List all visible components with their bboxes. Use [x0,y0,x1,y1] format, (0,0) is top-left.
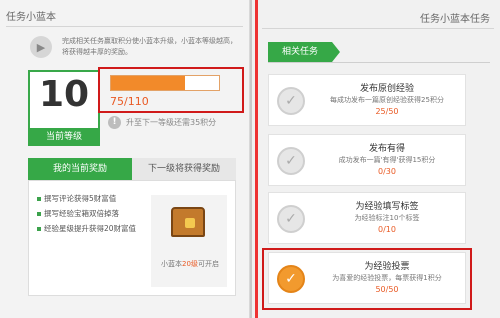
task-title: 发布有得 [368,144,405,154]
task-desc: 成功发布一篇'有得'获得15积分 [338,156,436,164]
chest-caption: 小蓝本20级可开启 [161,260,219,268]
upgrade-hint: 升至下一等级还需35积分 [126,118,217,127]
left-page: 任务小蓝本 ▶ 完成相关任务赢取积分使小蓝本升级，小蓝本等级越高，将获得越丰厚的… [0,0,250,318]
info-icon: ! [108,116,121,129]
bullet-icon [37,227,41,231]
check-icon: ✓ [277,205,305,233]
lock-icon [185,218,195,228]
divider [6,26,243,27]
list-item: 经验星级提升获得20财富值 [37,223,147,234]
task-highlight [262,248,472,310]
list-item: 撰写经验宝箱双倍掉落 [37,208,119,219]
level-badge: 10 当前等级 [28,70,100,146]
task-desc: 为经验标注10个标签 [354,214,420,222]
level-number: 10 [38,74,90,115]
task-score: 0/30 [378,167,396,176]
check-icon: ✓ [277,87,305,115]
task-card[interactable]: ✓ 发布原创经验 每成功发布一篇原创经验获得25积分 25/50 [268,74,466,126]
task-card[interactable]: ✓ 为经验填写标签 为经验标注10个标签 0/10 [268,192,466,244]
task-title: 为经验填写标签 [355,202,419,212]
right-page-title: 任务小蓝本任务 [420,14,490,25]
treasure-chest-card: 小蓝本20级可开启 [151,195,227,287]
progress-bar [110,75,220,91]
list-item: 撰写评论获得5财富值 [37,193,116,204]
tab-next-rewards[interactable]: 下一级将获得奖励 [132,158,236,180]
page-edge [255,0,258,318]
treasure-chest-icon [171,207,205,237]
progress-highlight: 75/110 [98,67,244,113]
bullet-icon [37,212,41,216]
speaker-icon: ▶ [30,36,52,58]
page-title: 任务小蓝本 [6,12,56,23]
divider [268,62,490,63]
task-card[interactable]: ✓ 发布有得 成功发布一篇'有得'获得15积分 0/30 [268,134,466,186]
intro-text: 完成相关任务赢取积分使小蓝本升级，小蓝本等级越高，将获得越丰厚的奖励。 [62,37,237,56]
reward-panel: 撰写评论获得5财富值 撰写经验宝箱双倍掉落 经验星级提升获得20财富值 小蓝本2… [28,180,236,296]
task-score: 25/50 [375,107,399,116]
check-icon: ✓ [277,147,305,175]
task-title: 发布原创经验 [359,84,414,94]
progress-text: 75/110 [110,95,149,108]
section-title: 相关任务 [268,42,340,62]
tab-current-rewards[interactable]: 我的当前奖励 [28,158,132,180]
divider [262,28,494,29]
progress-fill [111,76,185,90]
bullet-icon [37,197,41,201]
task-desc: 每成功发布一篇原创经验获得25积分 [330,96,444,104]
task-score: 0/10 [378,225,396,234]
level-label: 当前等级 [28,128,100,146]
